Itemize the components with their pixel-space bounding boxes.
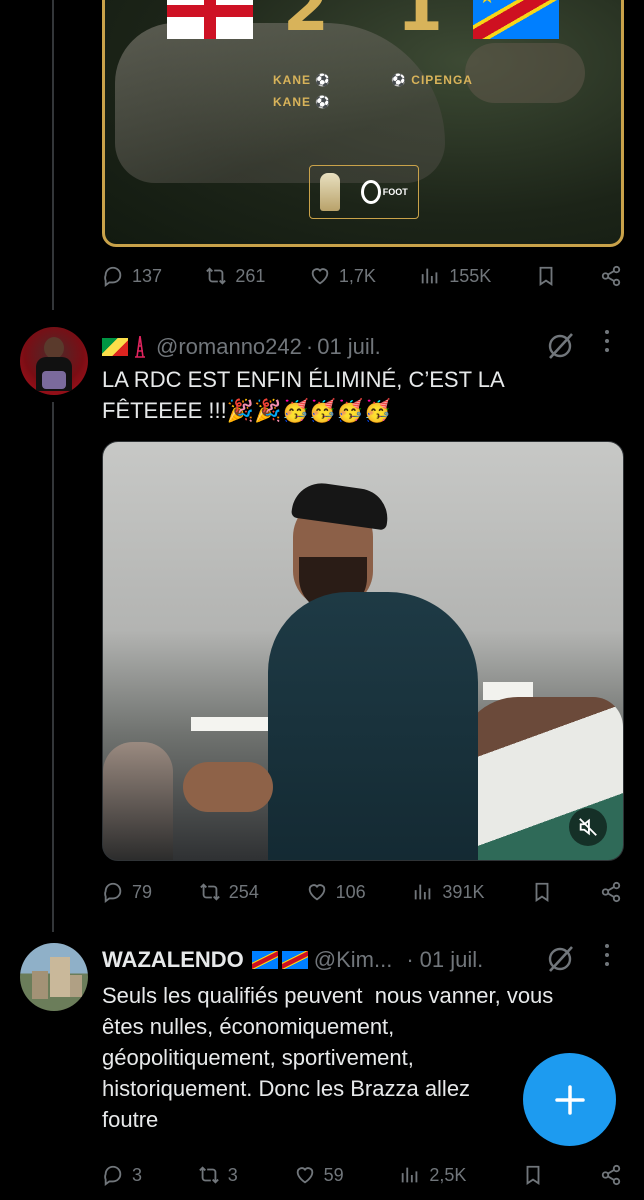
thread-line <box>52 402 54 932</box>
repost-icon <box>198 1166 219 1184</box>
fifa-trophy-icon <box>320 173 341 211</box>
like-button[interactable]: 106 <box>306 881 366 903</box>
logos-box: FOOT <box>309 165 419 219</box>
reply-button[interactable]: 3 <box>102 1164 142 1186</box>
home-score: 2 <box>283 0 329 46</box>
drc-flag: ★ <box>473 0 559 39</box>
tweet-date[interactable]: 01 juil. <box>317 334 381 360</box>
bookmark-button[interactable] <box>535 265 557 287</box>
like-button[interactable]: 1,7K <box>309 265 376 287</box>
share-button[interactable] <box>600 881 622 903</box>
home-scorer: KANE ⚽ <box>273 95 332 109</box>
person-hand <box>183 762 273 812</box>
away-score: 1 <box>397 0 443 46</box>
grok-icon[interactable] <box>546 331 576 361</box>
grok-icon[interactable] <box>546 944 576 974</box>
repost-button[interactable]: 261 <box>205 265 265 287</box>
drc-flag-icon <box>281 951 308 969</box>
foot-logo-icon <box>360 180 381 204</box>
views-icon <box>415 884 431 900</box>
tower-icon <box>132 335 148 358</box>
background-person <box>103 742 173 860</box>
views-button[interactable]: 2,5K <box>399 1164 466 1186</box>
compose-plus-icon <box>554 1084 585 1115</box>
reply-icon <box>104 882 122 903</box>
more-icon[interactable] <box>605 944 613 966</box>
congo-flag-icon <box>102 338 128 356</box>
bookmark-icon <box>526 1165 540 1185</box>
bookmark-button[interactable] <box>522 1164 544 1186</box>
bookmark-icon <box>539 266 553 286</box>
like-icon <box>311 268 329 285</box>
share-icon <box>601 1164 621 1186</box>
avatar[interactable] <box>20 327 88 395</box>
tweet-header: @romanno242 · 01 juil. <box>102 333 381 361</box>
views-icon <box>421 268 438 284</box>
avatar[interactable] <box>20 943 88 1011</box>
reply-button[interactable]: 137 <box>102 265 162 287</box>
like-icon <box>308 884 325 901</box>
views-button[interactable]: 155K <box>419 265 491 287</box>
separator: · <box>406 947 414 972</box>
tweet-header: WAZALENDO @Kim... · 01 juil. <box>102 946 483 974</box>
user-handle[interactable]: @romanno242 <box>156 334 302 360</box>
player-silhouette <box>465 43 585 103</box>
foot-logo-text: FOOT <box>382 187 408 197</box>
scoreboard-image[interactable]: 2 1 ★ KANE ⚽ KANE ⚽ ⚽ CIPENGA FOOT <box>102 0 624 247</box>
like-icon <box>296 1167 313 1184</box>
england-flag <box>167 0 253 39</box>
more-icon[interactable] <box>605 330 613 352</box>
repost-button[interactable]: 254 <box>199 881 259 903</box>
compose-button[interactable] <box>523 1053 616 1146</box>
like-button[interactable]: 59 <box>294 1164 344 1186</box>
share-button[interactable] <box>600 1164 622 1186</box>
mute-icon[interactable] <box>569 808 607 846</box>
share-icon <box>601 265 621 287</box>
home-scorer: KANE ⚽ <box>273 73 332 87</box>
tweet-text: LA RDC EST ENFIN ÉLIMINÉ, C’EST LA FÊTEE… <box>102 367 505 423</box>
separator: · <box>305 334 314 359</box>
user-handle[interactable]: @Kim... <box>314 947 393 973</box>
reply-button[interactable]: 79 <box>102 881 152 903</box>
share-button[interactable] <box>600 265 622 287</box>
ceiling-light <box>191 717 277 731</box>
bookmark-button[interactable] <box>531 881 553 903</box>
away-scorer: ⚽ CIPENGA <box>391 73 473 87</box>
views-button[interactable]: 391K <box>412 881 484 903</box>
thread-line <box>52 0 54 310</box>
repost-button[interactable]: 3 <box>198 1164 238 1186</box>
repost-icon <box>206 267 227 285</box>
reply-icon <box>104 266 122 287</box>
bookmark-icon <box>535 882 549 902</box>
drc-flag-icon <box>251 951 278 969</box>
tweet-date[interactable]: 01 juil. <box>420 947 484 973</box>
tweet-actions: 3 3 59 2,5K <box>102 1160 622 1190</box>
views-icon <box>402 1167 418 1183</box>
tweet-actions: 137 261 1,7K 155K <box>102 261 622 291</box>
reply-icon <box>104 1165 122 1186</box>
person-body <box>268 592 478 860</box>
display-name[interactable]: WAZALENDO <box>102 947 244 973</box>
tweet-video[interactable] <box>102 441 624 861</box>
repost-icon <box>199 883 220 901</box>
tweet-actions: 79 254 106 391K <box>102 877 622 907</box>
share-icon <box>601 881 621 903</box>
